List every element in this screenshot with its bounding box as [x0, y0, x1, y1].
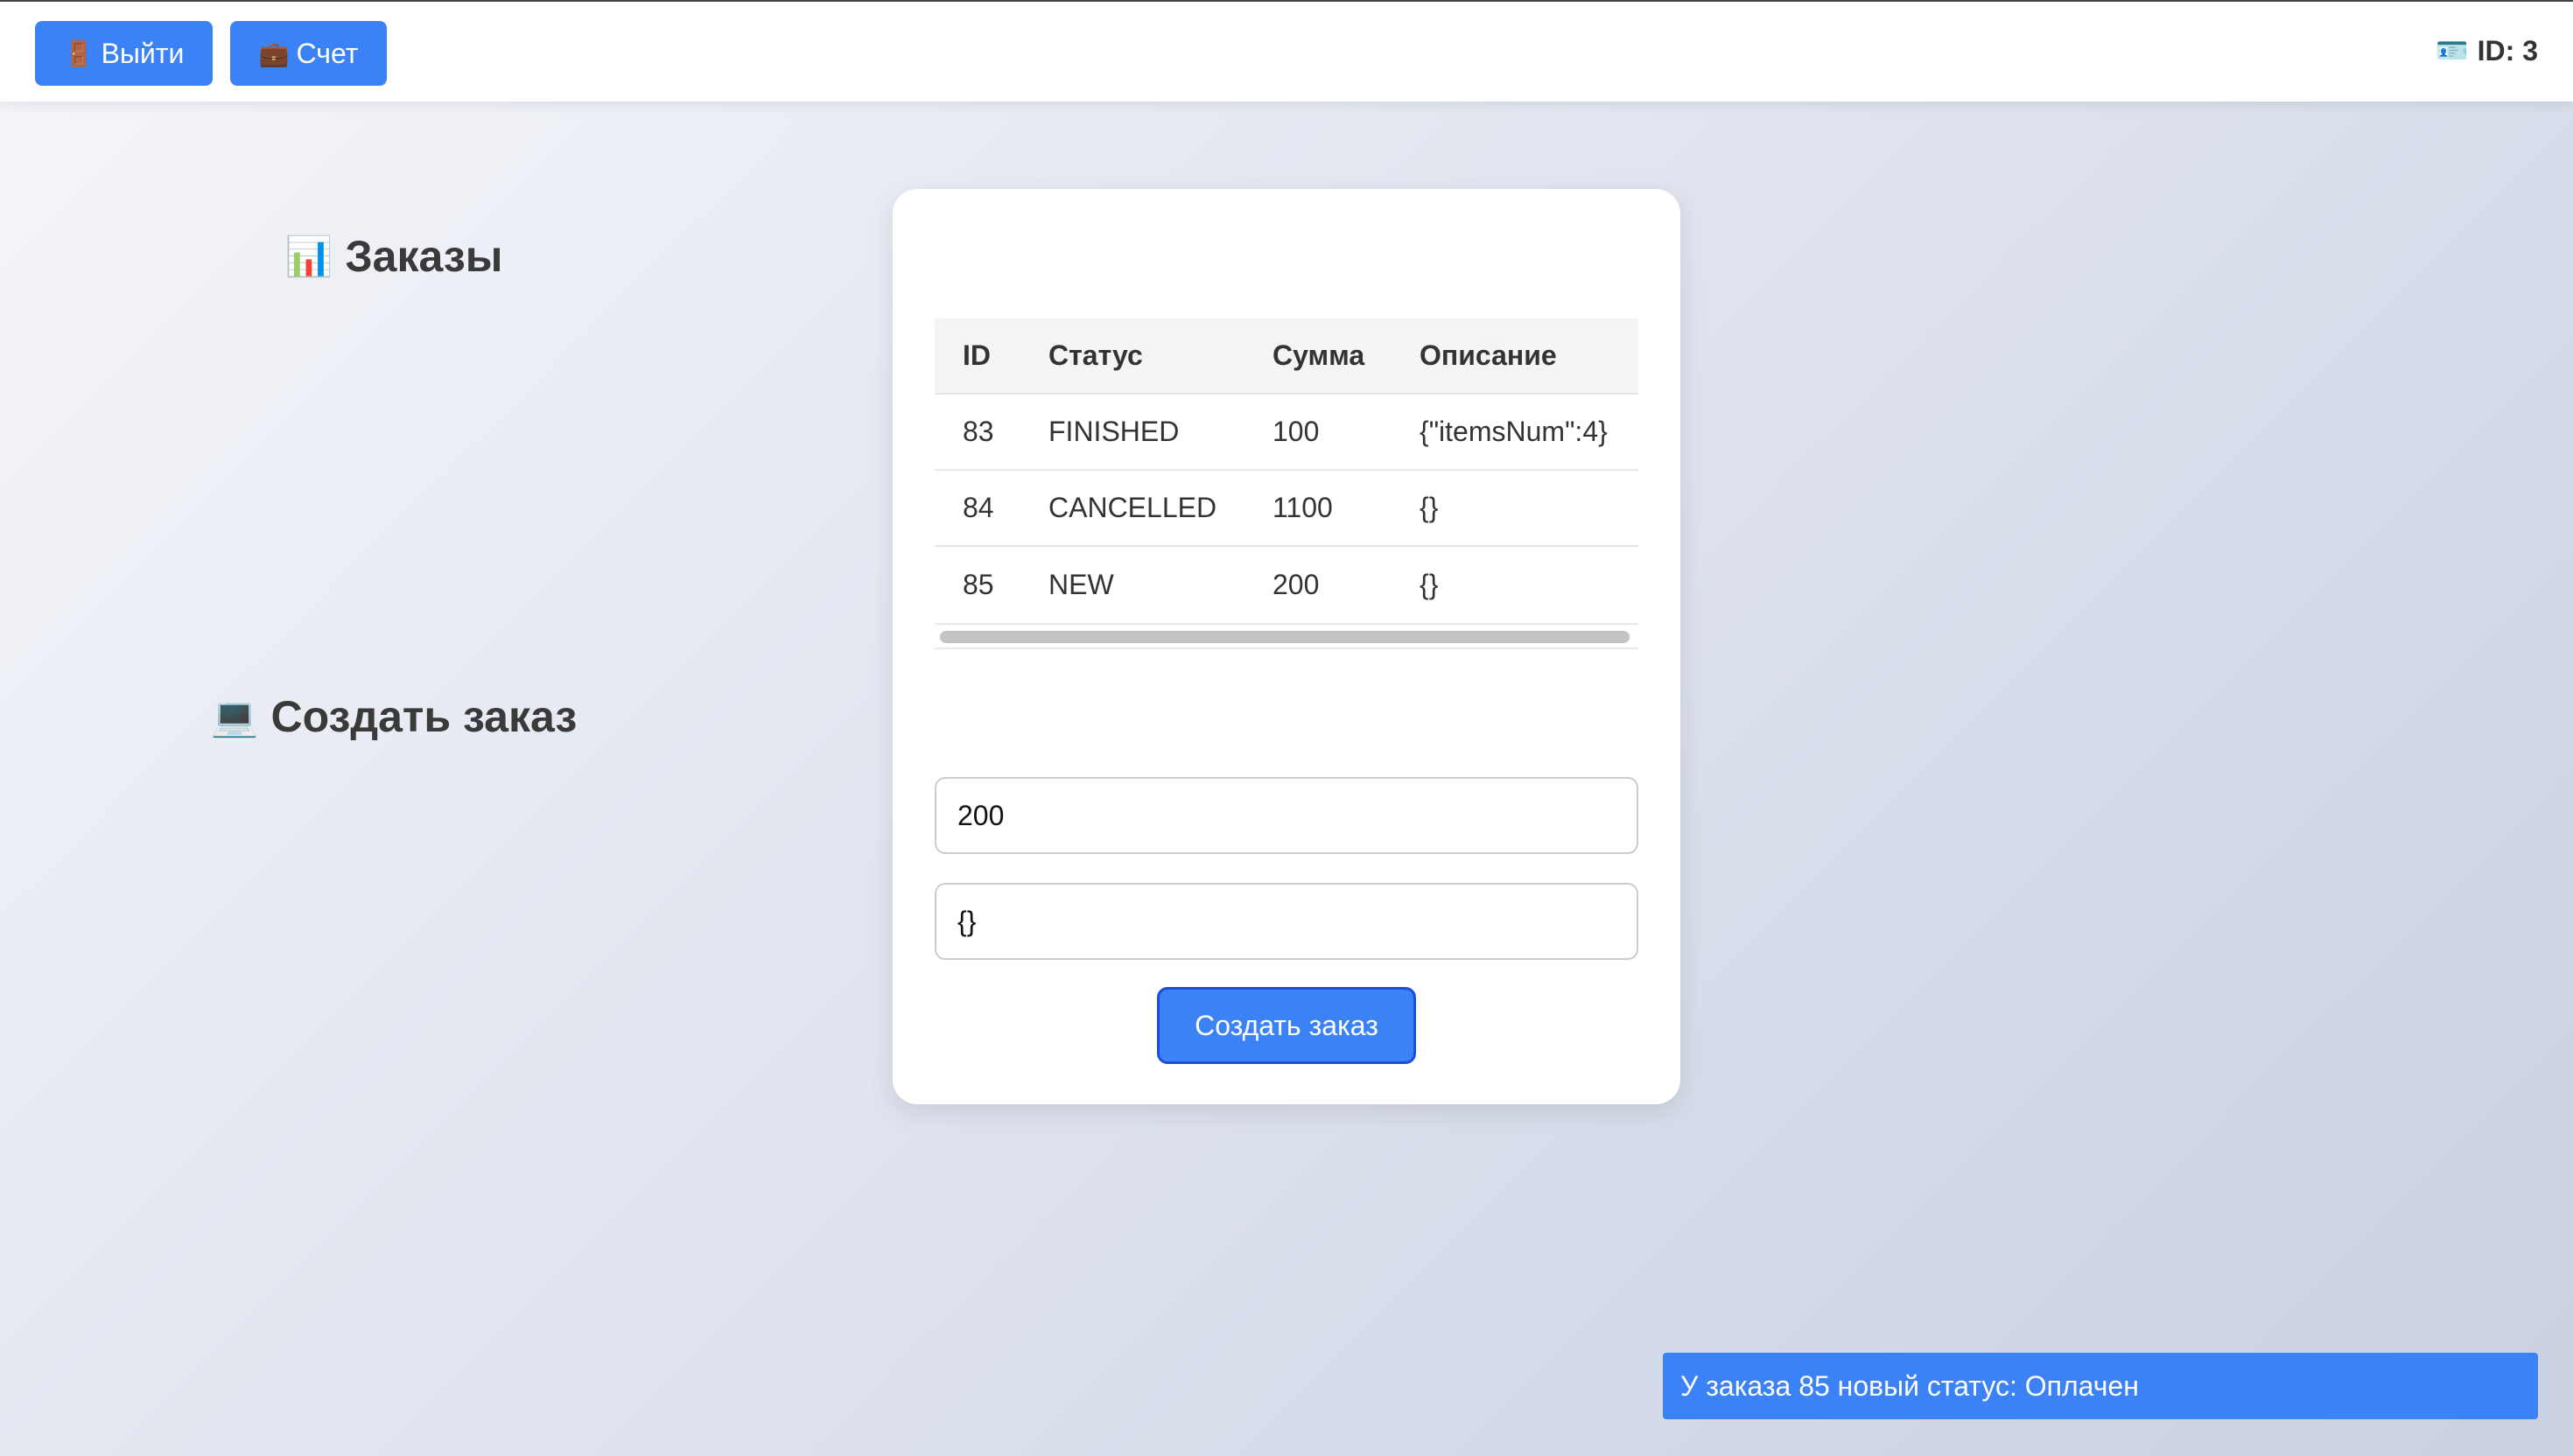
create-order-button[interactable]: Создать заказ: [1157, 987, 1416, 1064]
cell-id: 84: [963, 492, 994, 523]
account-label: Счет: [296, 37, 359, 69]
cell-description: {}: [1420, 492, 1439, 523]
table-row: 84 CANCELLED 1100 {}: [935, 470, 1638, 546]
user-id: 🪪 ID: 3: [2436, 35, 2538, 67]
cell-amount: 200: [1272, 568, 1320, 600]
laptop-icon: 💻: [210, 696, 259, 738]
orders-title-text: Заказы: [345, 232, 503, 281]
scrollbar-thumb[interactable]: [940, 631, 1630, 643]
logout-button[interactable]: 🚪 Выйти: [35, 21, 213, 86]
id-card-icon: 🪪: [2436, 37, 2469, 66]
logout-label: Выйти: [101, 37, 185, 69]
cell-id: 83: [963, 416, 994, 447]
top-bar: 🚪 Выйти 💼 Счет 🪪 ID: 3: [0, 0, 2573, 102]
account-button[interactable]: 💼 Счет: [230, 21, 387, 86]
table-row: 85 NEW 200 {}: [935, 546, 1638, 622]
table-row: 83 FINISHED 100 {"itemsNum":4}: [935, 394, 1638, 470]
table-horizontal-scrollbar[interactable]: [935, 623, 1638, 649]
cell-status: NEW: [1048, 568, 1114, 600]
description-input[interactable]: [935, 883, 1638, 960]
orders-title: 📊 Заказы: [0, 231, 788, 282]
cell-amount: 100: [1272, 416, 1320, 447]
create-order-title: 💻 Создать заказ: [0, 691, 788, 742]
status-notification: У заказа 85 новый статус: Оплачен: [1663, 1353, 2538, 1419]
user-id-text: ID: 3: [2477, 35, 2538, 66]
table-header-row: ID Статус Сумма Описание: [935, 318, 1638, 394]
notification-text: У заказа 85 новый статус: Оплачен: [1680, 1369, 2139, 1402]
cell-description: {}: [1420, 568, 1439, 600]
briefcase-icon: 💼: [258, 39, 290, 67]
column-header-description: Описание: [1420, 340, 1557, 371]
door-icon: 🚪: [63, 39, 95, 67]
create-order-title-text: Создать заказ: [270, 692, 578, 741]
column-header-amount: Сумма: [1272, 340, 1365, 371]
column-header-status: Статус: [1048, 340, 1143, 371]
cell-status: FINISHED: [1048, 416, 1180, 447]
cell-id: 85: [963, 568, 994, 600]
cell-status: CANCELLED: [1048, 492, 1217, 523]
cell-description: {"itemsNum":4}: [1420, 416, 1608, 447]
orders-table-container[interactable]: ID Статус Сумма Описание 83 FINISHED 100…: [935, 318, 1638, 648]
cell-amount: 1100: [1272, 492, 1333, 523]
orders-table: ID Статус Сумма Описание 83 FINISHED 100…: [935, 318, 1638, 622]
bar-chart-icon: 📊: [284, 235, 333, 278]
column-header-id: ID: [963, 340, 991, 371]
amount-input[interactable]: [935, 777, 1638, 854]
